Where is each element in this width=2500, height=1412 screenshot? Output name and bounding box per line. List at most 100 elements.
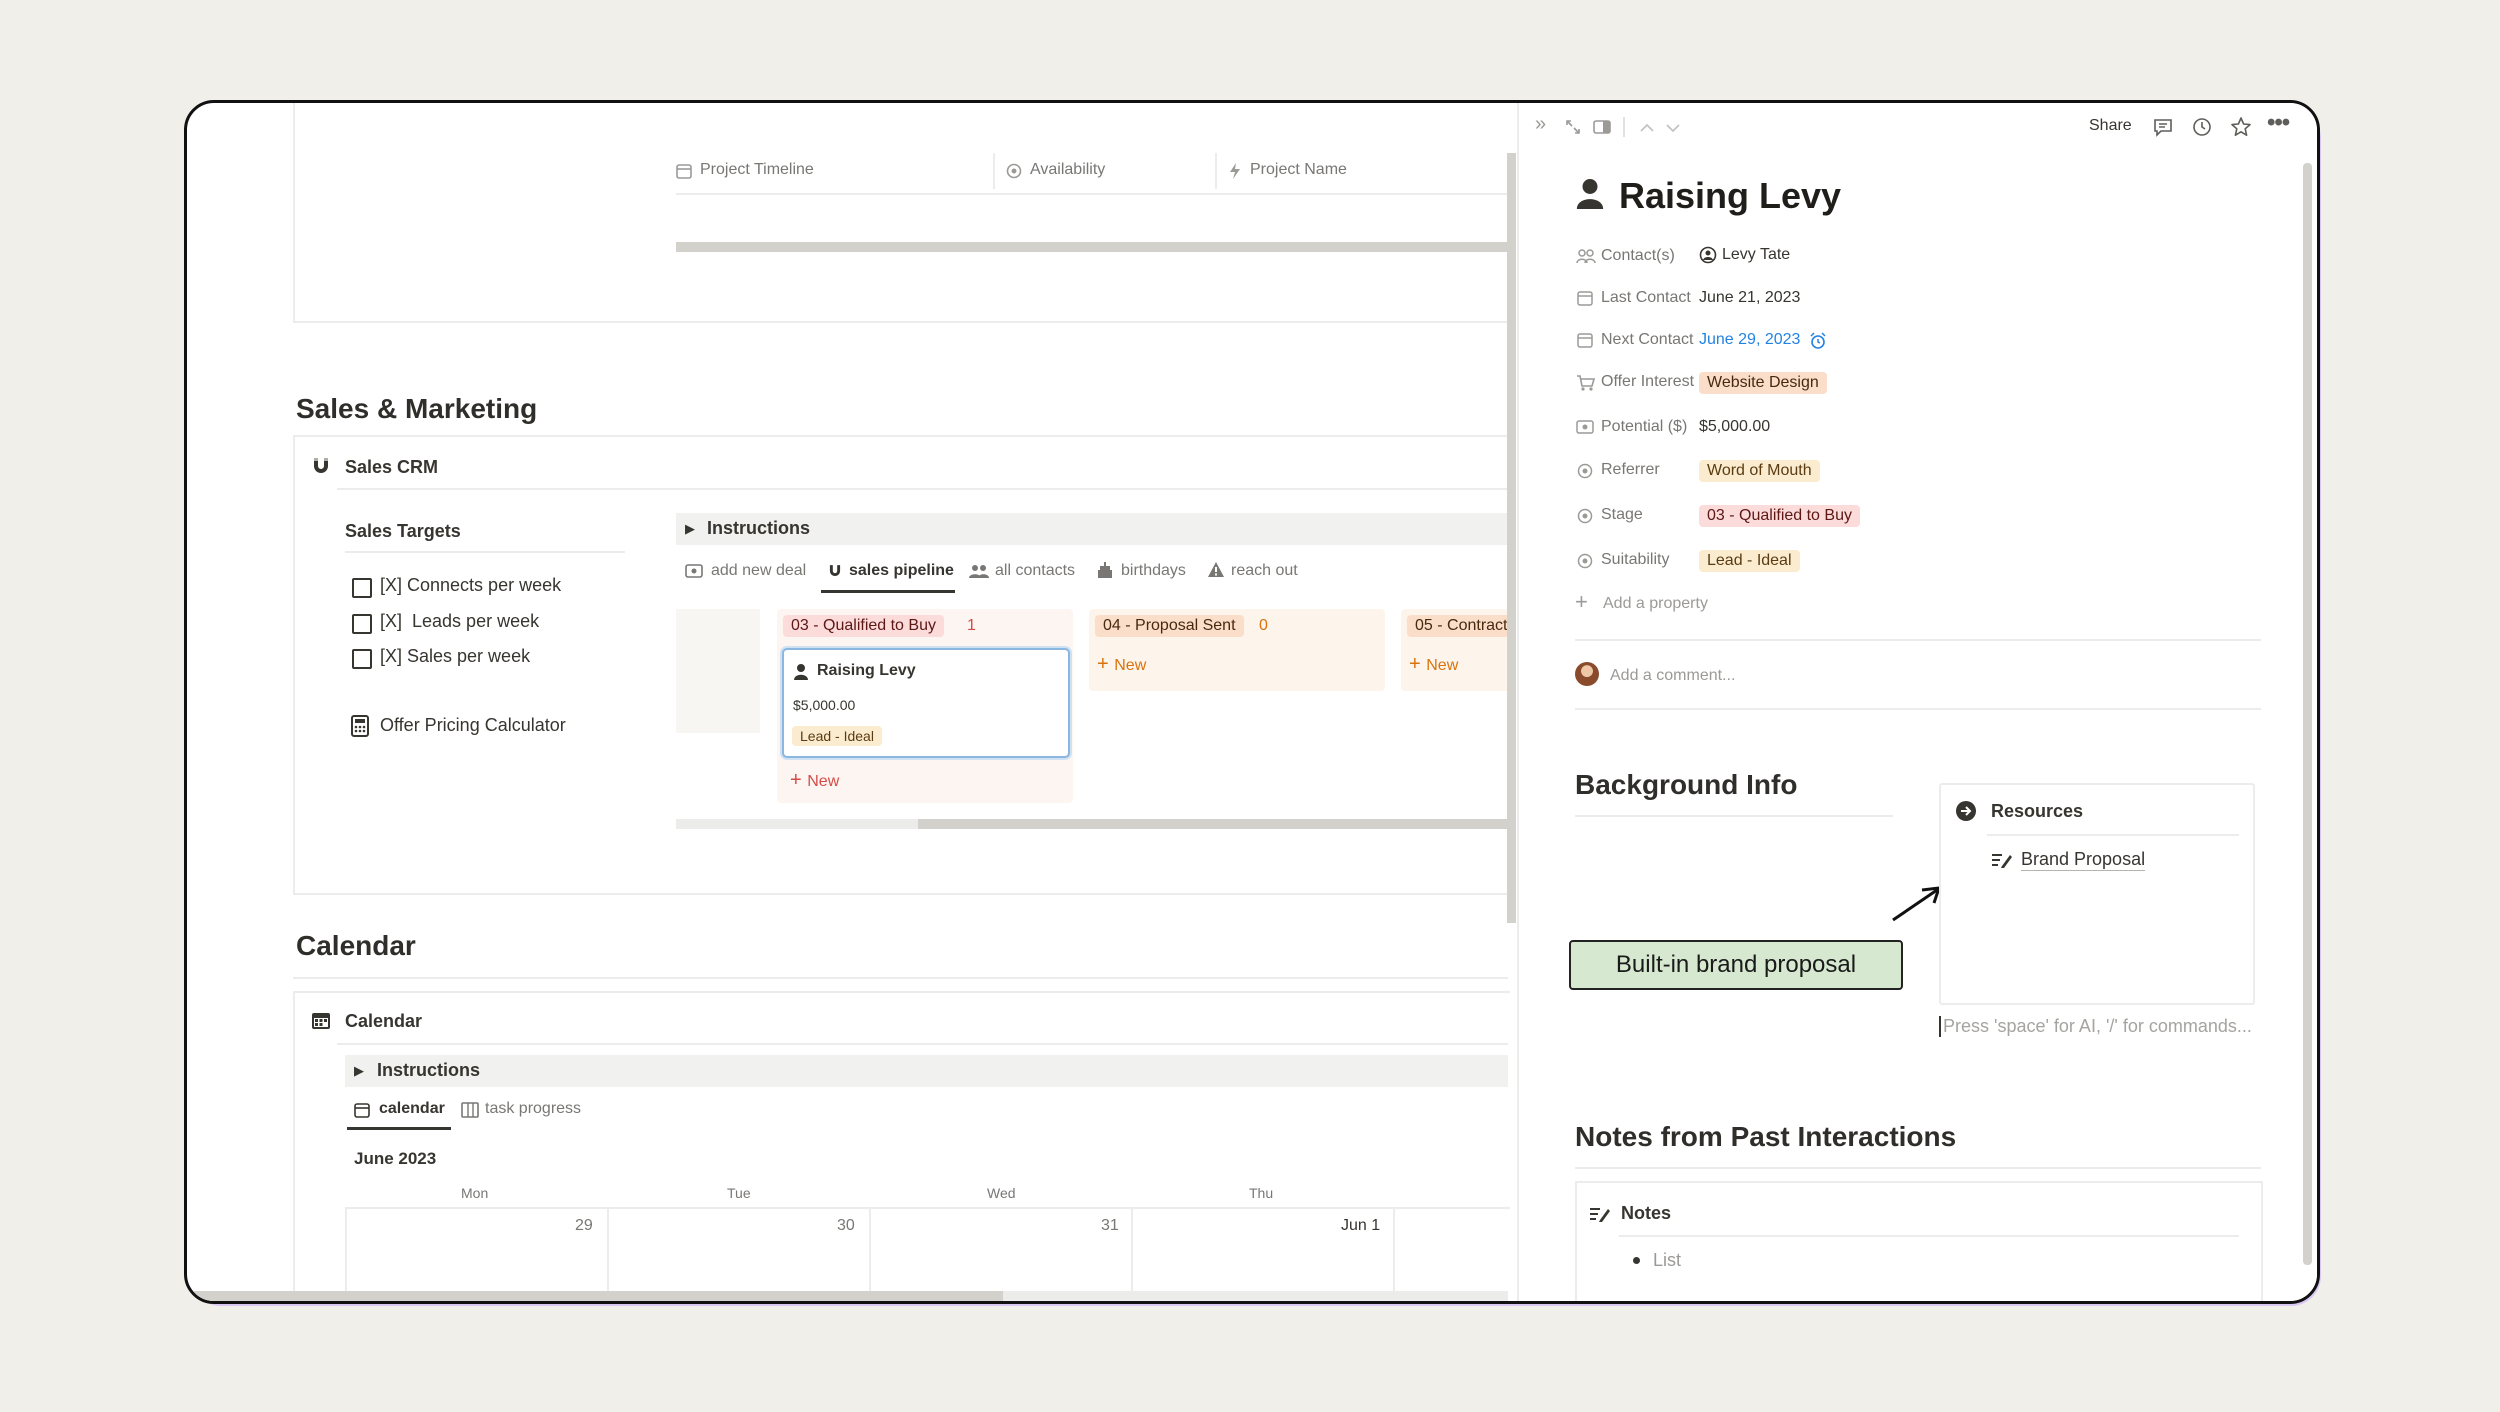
editor-placeholder[interactable]: Press 'space' for AI, '/' for commands..… <box>1939 1016 2252 1037</box>
calendar-section-divider <box>293 977 1508 979</box>
target-connects: [X] Connects per week <box>380 575 562 595</box>
grid-divider <box>1393 1207 1395 1301</box>
prop-value-stage[interactable]: 03 - Qualified to Buy <box>1699 505 1860 527</box>
column-count-proposal: 0 <box>1259 617 1268 634</box>
prop-label-contacts[interactable]: Contact(s) <box>1601 247 1675 265</box>
tab-reach-out[interactable]: reach out <box>1231 562 1298 580</box>
column-header-project-timeline[interactable]: Project Timeline <box>700 161 814 179</box>
notes-block <box>1575 1181 2263 1301</box>
plus-icon[interactable]: + <box>1575 589 1588 615</box>
status-icon <box>1577 463 1593 484</box>
tab-calendar[interactable]: calendar <box>379 1100 445 1118</box>
tab-birthdays[interactable]: birthdays <box>1121 562 1186 580</box>
resources-divider <box>1987 834 2239 836</box>
comment-input[interactable]: Add a comment... <box>1610 667 1735 685</box>
board-scroll-thumb[interactable] <box>918 819 1508 829</box>
grid-divider <box>1131 1207 1133 1301</box>
prop-label-next-contact[interactable]: Next Contact <box>1601 331 1693 349</box>
expand-icon[interactable] <box>1565 119 1581 140</box>
prop-value-next-contact[interactable]: June 29, 2023 <box>1699 331 1800 349</box>
notes-list-item[interactable]: List <box>1653 1250 1681 1271</box>
magnet-icon <box>310 455 332 482</box>
share-button[interactable]: Share <box>2089 117 2132 135</box>
instructions-label[interactable]: Instructions <box>707 518 810 539</box>
add-property-button[interactable]: Add a property <box>1603 595 1708 613</box>
checkbox-connects[interactable] <box>352 578 372 598</box>
tab-add-new-deal[interactable]: add new deal <box>711 562 806 580</box>
triangle-right-icon[interactable]: ▶ <box>685 521 695 537</box>
calendar-month: June 2023 <box>354 1149 437 1168</box>
prop-value-last-contact[interactable]: June 21, 2023 <box>1699 289 1800 307</box>
prop-label-potential[interactable]: Potential ($) <box>1601 418 1687 436</box>
calendar-grid <box>345 1207 1510 1301</box>
tab-task-progress[interactable]: task progress <box>485 1100 581 1118</box>
notes-heading-divider <box>1575 1167 2261 1169</box>
day-jun-1[interactable]: Jun 1 <box>1341 1217 1380 1235</box>
page-title[interactable]: Raising Levy <box>1619 175 1841 217</box>
warning-icon <box>1207 561 1225 584</box>
prop-label-referrer[interactable]: Referrer <box>1601 461 1660 479</box>
chevron-down-icon[interactable] <box>1665 121 1681 139</box>
main-page: Project Timeline Availability Project Na… <box>187 103 1516 1301</box>
money-icon <box>1576 419 1594 440</box>
person-icon <box>793 663 809 686</box>
resources-title[interactable]: Resources <box>1991 801 2083 822</box>
status-icon <box>1577 553 1593 574</box>
timeline-row-divider <box>676 193 1508 195</box>
brand-proposal-link[interactable]: Brand Proposal <box>2021 849 2146 871</box>
prop-value-offer-interest[interactable]: Website Design <box>1699 372 1827 394</box>
panel-mode-icon[interactable] <box>1593 119 1611 140</box>
day-29[interactable]: 29 <box>575 1217 593 1235</box>
prop-label-last-contact[interactable]: Last Contact <box>1601 289 1691 307</box>
side-peek-panel: » Share ••• Raising Levy Contact(s) Levy… <box>1519 103 2317 1301</box>
close-peek-icon[interactable]: » <box>1535 113 1546 136</box>
prop-value-potential[interactable]: $5,000.00 <box>1699 418 1770 436</box>
calendar-instructions-toggle[interactable] <box>345 1055 1508 1087</box>
prop-value-referrer[interactable]: Word of Mouth <box>1699 460 1820 482</box>
status-icon <box>1006 163 1022 184</box>
column-header-availability[interactable]: Availability <box>1030 161 1105 179</box>
calendar-view-icon <box>354 1102 370 1123</box>
notes-title-divider <box>1619 1235 2239 1237</box>
checkbox-leads[interactable] <box>352 614 372 634</box>
column-divider <box>993 153 995 189</box>
calendar-db-title[interactable]: Calendar <box>345 1011 422 1032</box>
page-horizontal-scroll-thumb[interactable] <box>187 1291 1003 1301</box>
clock-icon[interactable] <box>2192 117 2212 142</box>
timeline-scrollbar[interactable] <box>676 242 1508 252</box>
checkbox-sales[interactable] <box>352 649 372 669</box>
chevron-up-icon[interactable] <box>1639 121 1655 139</box>
prop-value-contacts[interactable]: Levy Tate <box>1722 246 1790 264</box>
triangle-right-icon[interactable]: ▶ <box>354 1063 364 1079</box>
targets-divider <box>345 551 625 553</box>
plus-icon: + <box>790 769 808 791</box>
new-card-button-contract[interactable]: + New <box>1409 653 1458 676</box>
star-icon[interactable] <box>2230 116 2252 143</box>
new-card-button-proposal[interactable]: + New <box>1097 653 1146 676</box>
callout-built-in-brand-proposal: Built-in brand proposal <box>1569 940 1903 990</box>
card-title: Raising Levy <box>817 662 916 679</box>
more-options-icon[interactable]: ••• <box>2267 109 2290 137</box>
column-header-project-name[interactable]: Project Name <box>1250 161 1347 179</box>
arrow-annotation-icon <box>1892 886 1942 922</box>
offer-pricing-calculator-link[interactable]: Offer Pricing Calculator <box>380 715 566 736</box>
day-30[interactable]: 30 <box>837 1217 855 1235</box>
prop-label-offer-interest[interactable]: Offer Interest <box>1601 373 1694 391</box>
calendar-icon <box>676 163 692 184</box>
tab-all-contacts[interactable]: all contacts <box>995 562 1075 580</box>
new-card-button-qualified[interactable]: + New <box>790 769 839 792</box>
comment-icon[interactable] <box>2153 117 2173 142</box>
prop-value-suitability[interactable]: Lead - Ideal <box>1699 550 1800 572</box>
sales-crm-title[interactable]: Sales CRM <box>345 457 438 478</box>
tab-sales-pipeline[interactable]: sales pipeline <box>849 562 954 580</box>
notes-title[interactable]: Notes <box>1621 1203 1671 1224</box>
page-vertical-scroll-thumb[interactable] <box>1507 153 1516 923</box>
day-31[interactable]: 31 <box>1101 1217 1119 1235</box>
prop-label-stage[interactable]: Stage <box>1601 506 1643 524</box>
comment-divider <box>1575 708 2261 710</box>
panel-scroll-thumb[interactable] <box>2303 163 2312 1265</box>
properties-divider <box>1575 639 2261 641</box>
prop-label-suitability[interactable]: Suitability <box>1601 551 1669 569</box>
calendar-instructions-label[interactable]: Instructions <box>377 1060 480 1081</box>
timeline-header-row: Project Timeline Availability Project Na… <box>676 153 1508 189</box>
